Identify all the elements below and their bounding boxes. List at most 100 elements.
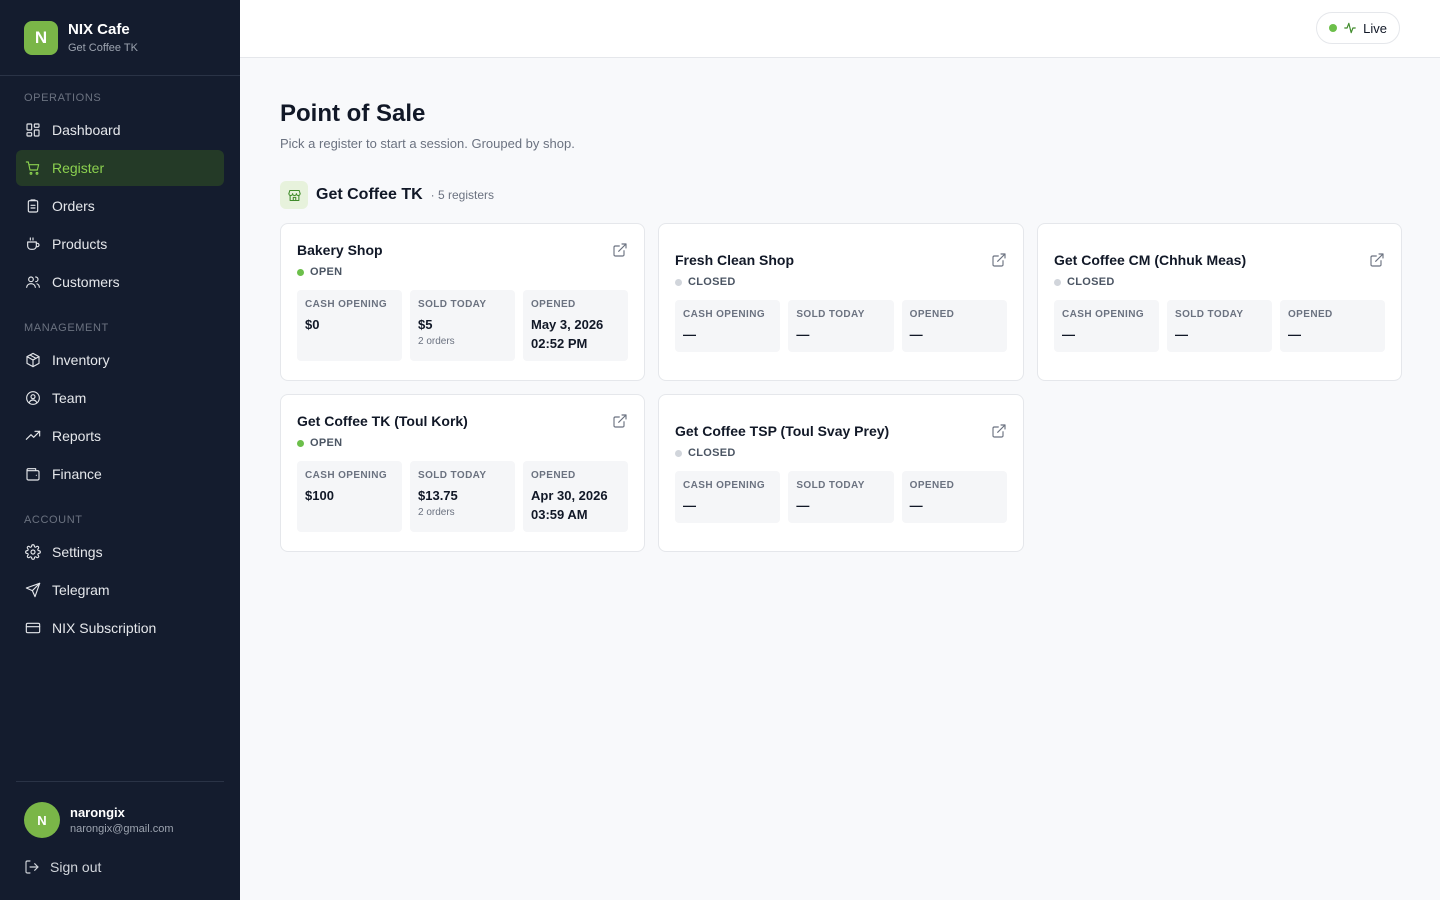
- stat-label: SOLD TODAY: [796, 309, 865, 320]
- sidebar-item-team[interactable]: Team: [16, 380, 224, 416]
- sidebar-item-label: Inventory: [52, 352, 110, 368]
- page-subtitle: Pick a register to start a session. Grou…: [280, 136, 575, 151]
- stat-cash-opening: CASH OPENING —: [675, 300, 781, 352]
- sidebar-item-reports[interactable]: Reports: [16, 418, 224, 454]
- nav-section-label: OPERATIONS: [24, 92, 102, 104]
- opened-date: —: [909, 498, 923, 513]
- sidebar-item-label: Team: [52, 390, 87, 406]
- opened-time: 02:52 PM: [531, 336, 588, 351]
- opened-value: —: [910, 496, 999, 515]
- box-icon: [24, 351, 42, 369]
- external-link-icon[interactable]: [991, 252, 1007, 268]
- avatar: N: [24, 802, 60, 838]
- sidebar-item-orders[interactable]: Orders: [16, 188, 224, 224]
- status-label: OPEN: [310, 437, 343, 449]
- stat-cash-opening: CASH OPENING $100: [297, 461, 402, 532]
- sidebar-item-customers[interactable]: Customers: [16, 264, 224, 300]
- credit-card-icon: [24, 619, 42, 637]
- stat-sold-today: SOLD TODAY $5 2 orders: [410, 290, 515, 361]
- shop-group-name: Get Coffee TK: [316, 186, 423, 203]
- sidebar-item-inventory[interactable]: Inventory: [16, 342, 224, 378]
- brand-logo: N: [24, 20, 58, 55]
- sidebar-item-register[interactable]: Register: [16, 150, 224, 186]
- stat-label: OPENED: [531, 470, 576, 481]
- sidebar-item-label: Customers: [52, 274, 120, 290]
- register-card[interactable]: Bakery Shop OPEN CASH OPENING $0 SOLD TODAY $…: [280, 223, 645, 381]
- dashboard-icon: [24, 121, 42, 139]
- sign-out-label: Sign out: [50, 859, 102, 875]
- sidebar-item-nix-subscription[interactable]: NIX Subscription: [16, 610, 224, 646]
- status-label: OPEN: [310, 266, 343, 278]
- external-link-icon[interactable]: [1369, 252, 1385, 268]
- register-name: Get Coffee TK (Toul Kork): [297, 413, 468, 429]
- status-badge: CLOSED: [1054, 276, 1385, 288]
- stat-label: CASH OPENING: [305, 470, 388, 481]
- topbar: Live: [240, 0, 1440, 58]
- sidebar-item-label: Settings: [52, 544, 103, 560]
- sidebar: N NIX Cafe Get Coffee TK OPERATIONS Dashb…: [0, 0, 240, 900]
- store-icon: [280, 181, 308, 209]
- stat-sold-today: SOLD TODAY $13.75 2 orders: [410, 461, 515, 532]
- register-card[interactable]: Get Coffee TSP (Toul Svay Prey) CLOSED CAS…: [658, 394, 1024, 552]
- live-dot: [1329, 24, 1338, 32]
- brand-header[interactable]: N NIX Cafe Get Coffee TK: [0, 0, 240, 76]
- stat-label: SOLD TODAY: [796, 480, 865, 491]
- sign-out-button[interactable]: Sign out: [16, 852, 224, 882]
- register-count: · 5 registers: [430, 188, 495, 202]
- sidebar-item-telegram[interactable]: Telegram: [16, 572, 224, 608]
- opened-time: 03:59 AM: [531, 507, 588, 522]
- brand-subtitle: Get Coffee TK: [68, 42, 138, 54]
- register-name: Get Coffee TSP (Toul Svay Prey): [675, 423, 890, 439]
- cart-icon: [24, 159, 42, 177]
- stat-opened: OPENED Apr 30, 2026 03:59 AM: [523, 461, 628, 532]
- register-stats: CASH OPENING $100 SOLD TODAY $13.75 2 orders…: [297, 461, 628, 532]
- opened-date: Apr 30, 2026: [531, 488, 608, 503]
- sidebar-item-label: Finance: [52, 466, 102, 482]
- register-name: Fresh Clean Shop: [675, 252, 795, 268]
- status-badge: OPEN: [297, 266, 628, 278]
- stat-label: OPENED: [909, 309, 955, 320]
- sidebar-item-label: Telegram: [52, 582, 110, 598]
- sidebar-item-products[interactable]: Products: [16, 226, 224, 262]
- register-card[interactable]: Fresh Clean Shop CLOSED CASH OPENING — SOLD …: [658, 223, 1024, 381]
- sidebar-item-finance[interactable]: Finance: [16, 456, 224, 492]
- opened-value: —: [910, 325, 999, 344]
- sidebar-item-label: Reports: [52, 428, 102, 444]
- wallet-icon: [24, 465, 42, 483]
- sidebar-item-dashboard[interactable]: Dashboard: [16, 112, 224, 148]
- external-link-icon[interactable]: [612, 413, 628, 429]
- stat-label: CASH OPENING: [683, 480, 766, 491]
- register-card[interactable]: Get Coffee TK (Toul Kork) OPEN CASH OPENIN…: [280, 394, 645, 552]
- sidebar-item-label: NIX Subscription: [52, 620, 157, 636]
- sold-today-value: $5: [418, 317, 433, 332]
- stat-sold-today: SOLD TODAY —: [1167, 300, 1272, 352]
- coffee-cup-icon: [24, 235, 42, 253]
- stat-cash-opening: CASH OPENING —: [675, 471, 781, 523]
- opened-value: May 3, 2026 02:52 PM: [531, 315, 620, 353]
- stat-label: CASH OPENING: [305, 299, 388, 310]
- cash-opening-value: —: [1062, 327, 1075, 342]
- cash-opening-value: —: [683, 327, 696, 342]
- nav-section-label: ACCOUNT: [24, 514, 83, 526]
- user-email: narongix@gmail.com: [70, 823, 174, 835]
- nav-section-label: MANAGEMENT: [24, 322, 109, 334]
- external-link-icon[interactable]: [612, 242, 628, 258]
- stat-opened: OPENED May 3, 2026 02:52 PM: [523, 290, 628, 361]
- user-profile[interactable]: N narongix narongix@gmail.com: [16, 802, 224, 838]
- register-stats: CASH OPENING — SOLD TODAY — OPENED —: [1054, 300, 1385, 352]
- external-link-icon[interactable]: [991, 423, 1007, 439]
- sidebar-item-settings[interactable]: Settings: [16, 534, 224, 570]
- register-card[interactable]: Get Coffee CM (Chhuk Meas) CLOSED CASH OPE…: [1037, 223, 1402, 381]
- stat-opened: OPENED —: [1280, 300, 1385, 352]
- cash-opening-value: $100: [305, 488, 334, 503]
- gear-icon: [24, 543, 42, 561]
- live-status-pill[interactable]: Live: [1316, 12, 1400, 44]
- sidebar-nav: OPERATIONS Dashboard Register Orders Product…: [0, 92, 240, 646]
- sidebar-item-label: Register: [52, 160, 105, 176]
- register-stats: CASH OPENING — SOLD TODAY — OPENED —: [675, 471, 1007, 523]
- register-stats: CASH OPENING $0 SOLD TODAY $5 2 orders OPENED…: [297, 290, 628, 361]
- users-icon: [24, 273, 42, 291]
- sold-today-value: —: [796, 327, 810, 342]
- status-label: CLOSED: [688, 447, 736, 459]
- sidebar-item-label: Dashboard: [52, 122, 121, 138]
